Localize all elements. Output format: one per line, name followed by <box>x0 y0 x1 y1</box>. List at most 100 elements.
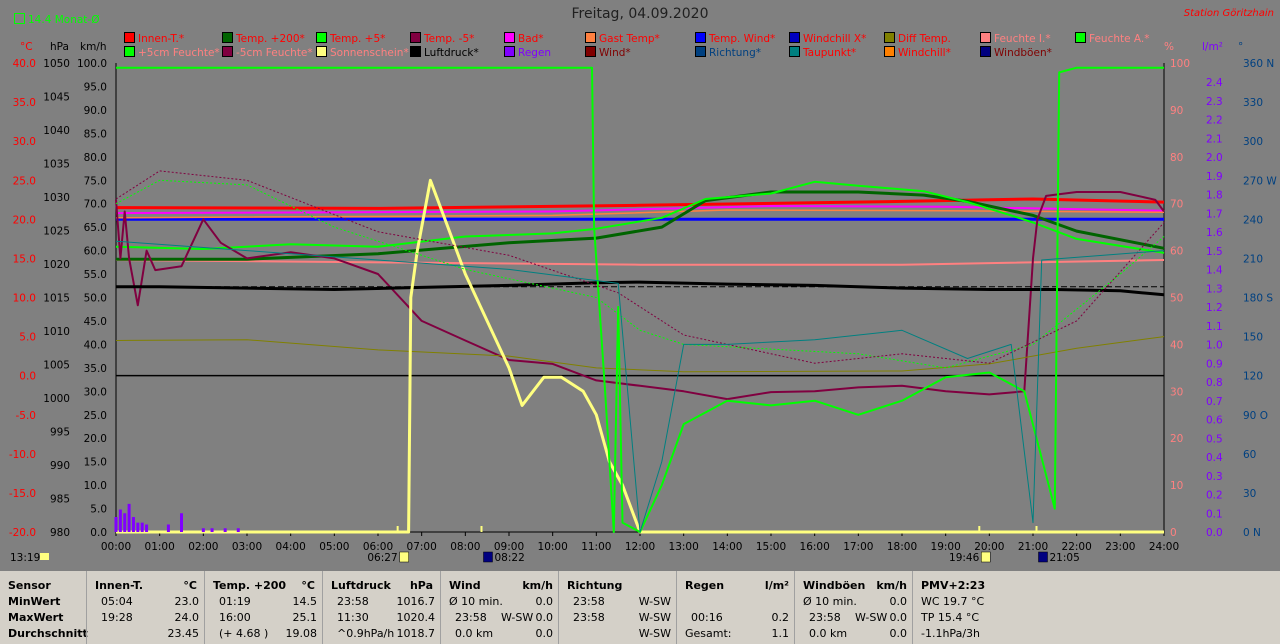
y-tick-temp: -15.0 <box>9 488 36 500</box>
luftdruck-trend: ^0.9hPa/h <box>337 627 395 640</box>
legend-label: Temp. +200* <box>236 33 305 45</box>
y-tick-pressure: 1020 <box>43 259 70 271</box>
richtung-title: Richtung <box>567 579 623 592</box>
pmv-tp: TP 15.4 °C <box>921 611 980 624</box>
windboen-min-val: 0.0 <box>889 595 908 608</box>
x-tick-label: 21:00 <box>1018 541 1048 553</box>
y-tick-wind: 40.0 <box>84 339 107 351</box>
y-tick-rain: 2.0 <box>1206 152 1223 164</box>
axis-unit-label: °C <box>20 41 33 53</box>
legend-label: Taupunkt* <box>803 47 857 59</box>
y-tick-wind: 15.0 <box>84 457 107 469</box>
legend-item: Diff Temp. <box>884 32 951 45</box>
temp200-avg-val: 19.08 <box>285 627 318 640</box>
regen-title: Regen <box>685 579 725 592</box>
legend-swatch <box>222 32 233 43</box>
legend-label: Luftdruck* <box>424 47 479 59</box>
windboen-title: Windböen <box>803 579 866 592</box>
y-tick-pressure: 985 <box>50 494 70 506</box>
legend-swatch <box>410 46 421 57</box>
y-tick-pressure: 1025 <box>43 226 70 238</box>
windboen-max-val: 0.0 <box>889 611 908 624</box>
legend-swatch <box>980 32 991 43</box>
x-tick-label: 04:00 <box>276 541 306 553</box>
y-tick-rain: 0.3 <box>1206 471 1223 483</box>
legend-label: Wind* <box>599 47 631 59</box>
y-tick-direction: 210 <box>1243 253 1263 265</box>
x-tick-label: 18:00 <box>887 541 917 553</box>
y-tick-rain: 1.6 <box>1206 227 1223 239</box>
axis-unit-label: % <box>1164 41 1174 53</box>
y-tick-rain: 1.2 <box>1206 302 1223 314</box>
y-tick-wind: 25.0 <box>84 410 107 422</box>
y-tick-direction: 330 <box>1243 97 1263 109</box>
stats-row-max: MaxWert <box>8 611 64 624</box>
legend-label: Windchill X* <box>803 33 867 45</box>
x-tick-label: 10:00 <box>538 541 568 553</box>
innen-max-time: 19:28 <box>101 611 133 624</box>
rain-month-legend: 14.4 Monat-Ø <box>14 13 99 26</box>
station-name: Station Göritzhain <box>1183 8 1274 19</box>
legend-swatch <box>316 32 327 43</box>
wind-min-val: 0.0 <box>535 595 554 608</box>
legend-item: Windchill* <box>884 46 951 59</box>
y-tick-pressure: 1010 <box>43 326 70 338</box>
y-tick-rain: 2.1 <box>1206 133 1223 145</box>
y-tick-pressure: 1000 <box>43 393 70 405</box>
y-tick-rain: 0.1 <box>1206 508 1223 520</box>
y-tick-wind: 20.0 <box>84 433 107 445</box>
y-tick-temp: 40.0 <box>13 58 36 70</box>
y-tick-wind: 100.0 <box>77 58 107 70</box>
y-tick-wind: 85.0 <box>84 128 107 140</box>
x-tick-label: 16:00 <box>800 541 830 553</box>
stats-col-richtung: Richtung 23:58 W-SW 23:58 W-SW W-SW <box>558 571 677 644</box>
y-tick-pressure: 1035 <box>43 159 70 171</box>
y-tick-humidity: 60 <box>1170 246 1183 258</box>
legend-label: -5cm Feuchte* <box>236 47 313 59</box>
marker-sun-icon <box>1038 551 1048 563</box>
y-tick-wind: 0.0 <box>90 527 107 539</box>
y-tick-humidity: 80 <box>1170 152 1183 164</box>
x-tick-label: 11:00 <box>581 541 611 553</box>
richtung-min-time: 23:58 <box>573 595 605 608</box>
legend-item: Innen-T.* <box>124 32 184 45</box>
y-tick-temp: -20.0 <box>9 527 36 539</box>
legend-swatch <box>789 46 800 57</box>
innen-avg-val: 23.45 <box>167 627 200 640</box>
y-tick-pressure: 990 <box>50 460 70 472</box>
legend-item: Luftdruck* <box>410 46 479 59</box>
stats-col-windboen: Windböen km/h Ø 10 min. 0.0 23:58 W-SW 0… <box>794 571 913 644</box>
stats-sensor-title: Sensor <box>8 579 51 592</box>
y-tick-wind: 35.0 <box>84 363 107 375</box>
current-time-label: 13:19 <box>10 552 40 564</box>
current-time-icon <box>40 553 49 560</box>
legend-item: Bad* <box>504 32 544 45</box>
y-tick-temp: 35.0 <box>13 97 36 109</box>
luftdruck-avg-val: 1018.7 <box>396 627 436 640</box>
x-tick-label: 14:00 <box>712 541 742 553</box>
legend-label: Diff Temp. <box>898 33 951 45</box>
stats-col-luftdruck: Luftdruck hPa 23:58 1016.7 11:30 1020.4 … <box>322 571 441 644</box>
marker-label: 06:27 <box>367 552 397 564</box>
luftdruck-min-time: 23:58 <box>337 595 369 608</box>
legend-label: Temp. -5* <box>424 33 475 45</box>
stats-row-min: MinWert <box>8 595 61 608</box>
legend-item: Sonnenschein* <box>316 46 409 59</box>
legend-label: Feuchte A.* <box>1089 33 1150 45</box>
regen-unit: l/m² <box>764 579 789 592</box>
windboen-min-label: Ø 10 min. <box>803 595 857 608</box>
y-tick-humidity: 90 <box>1170 105 1183 117</box>
y-tick-direction: 0 N <box>1243 527 1261 539</box>
legend-swatch <box>504 32 515 43</box>
luftdruck-max-time: 11:30 <box>337 611 369 624</box>
y-tick-wind: 10.0 <box>84 480 107 492</box>
rain-month-swatch <box>14 13 25 24</box>
y-tick-temp: -5.0 <box>16 410 37 422</box>
richtung-max-val: W-SW <box>638 611 671 624</box>
y-tick-pressure: 1045 <box>43 92 70 104</box>
y-tick-wind: 80.0 <box>84 152 107 164</box>
y-tick-direction: 90 O <box>1243 410 1268 422</box>
legend-swatch <box>585 32 596 43</box>
y-tick-rain: 2.2 <box>1206 115 1223 127</box>
legend-swatch <box>695 46 706 57</box>
